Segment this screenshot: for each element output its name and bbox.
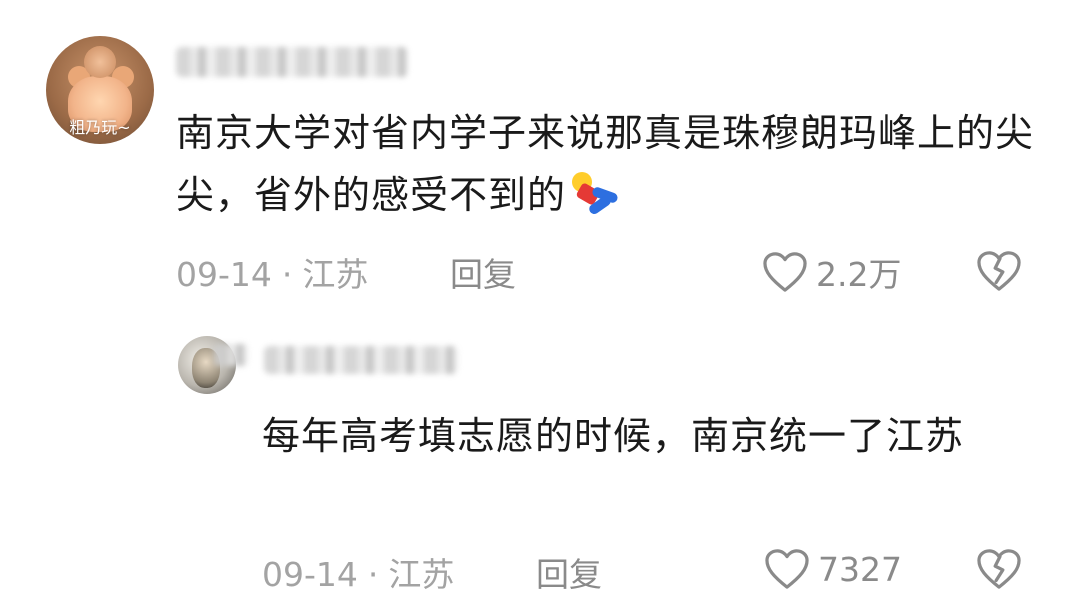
reply-button[interactable]: 回复 xyxy=(450,248,516,296)
blurred-reply-username[interactable] xyxy=(264,346,458,374)
heart-outline-icon xyxy=(765,549,809,589)
meta-separator: · xyxy=(367,555,379,594)
comment-text: 南京大学对省内学子来说那真是珠穆朗玛峰上的尖尖，省外的感受不到的 xyxy=(176,102,1036,226)
like-count: 2.2万 xyxy=(816,255,902,294)
reply-location: 江苏 xyxy=(388,555,455,594)
blurred-badge xyxy=(214,344,248,366)
reply-text: 每年高考填志愿的时候，南京统一了江苏 xyxy=(262,414,965,458)
comment-location: 江苏 xyxy=(302,255,369,294)
reply-meta: 09-14 · 江苏 xyxy=(262,548,454,596)
comment-date: 09-14 xyxy=(176,255,272,294)
reply-like-count: 7327 xyxy=(818,549,902,589)
falling-figure-emoji xyxy=(568,172,620,216)
heart-outline-icon xyxy=(763,252,807,292)
avatar-bear-head xyxy=(84,46,116,78)
reply-like-button[interactable]: 7327 xyxy=(764,548,902,590)
meta-separator: · xyxy=(281,255,293,294)
commenter-avatar[interactable]: 粗乃玩~ xyxy=(46,36,154,144)
reply-reply-button[interactable]: 回复 xyxy=(536,548,602,596)
comment-meta: 09-14 · 江苏 xyxy=(176,248,368,296)
blurred-username[interactable] xyxy=(176,47,408,77)
like-button[interactable]: 2.2万 xyxy=(762,248,901,296)
reply-date: 09-14 xyxy=(262,555,358,594)
broken-heart-icon[interactable] xyxy=(976,250,1022,292)
avatar-caption: 粗乃玩~ xyxy=(69,118,131,137)
broken-heart-icon[interactable] xyxy=(976,548,1022,590)
comment-thread: 粗乃玩~ 南京大学对省内学子来说那真是珠穆朗玛峰上的尖尖，省外的感受不到的 09… xyxy=(0,0,1080,611)
